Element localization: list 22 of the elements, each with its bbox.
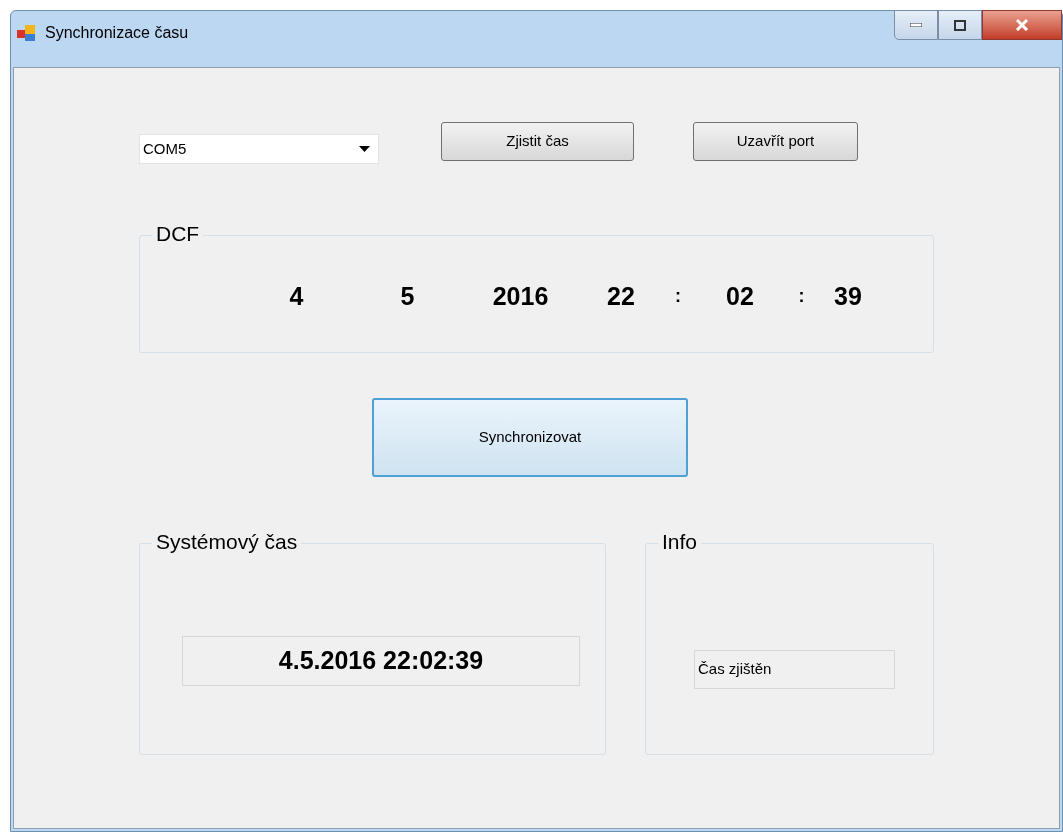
info-field: Čas zjištěn bbox=[694, 650, 895, 689]
dropdown-caret-icon bbox=[359, 146, 370, 152]
window-title: Synchronizace času bbox=[45, 23, 189, 43]
time-separator: : bbox=[674, 285, 682, 309]
minimize-icon bbox=[910, 23, 922, 27]
check-time-button[interactable]: Zjistit čas bbox=[441, 122, 634, 161]
dcf-value: 22 bbox=[606, 281, 636, 312]
dcf-value: 5 bbox=[399, 281, 416, 312]
close-button[interactable] bbox=[982, 10, 1062, 40]
system-time-field: 4.5.2016 22:02:39 bbox=[182, 636, 580, 686]
maximize-icon bbox=[954, 19, 966, 31]
port-dropdown[interactable]: COM5 bbox=[139, 134, 379, 164]
close-port-button[interactable]: Uzavřít port bbox=[693, 122, 858, 161]
dcf-value: 4 bbox=[288, 281, 305, 312]
dcf-value: 39 bbox=[833, 281, 863, 312]
maximize-button[interactable] bbox=[938, 10, 982, 40]
app-icon bbox=[17, 25, 35, 41]
close-icon bbox=[1015, 19, 1029, 31]
dcf-value: 02 bbox=[725, 281, 755, 312]
dcf-value: 2016 bbox=[491, 281, 550, 312]
synchronize-button[interactable]: Synchronizovat bbox=[372, 398, 688, 477]
time-separator: : bbox=[797, 285, 806, 309]
